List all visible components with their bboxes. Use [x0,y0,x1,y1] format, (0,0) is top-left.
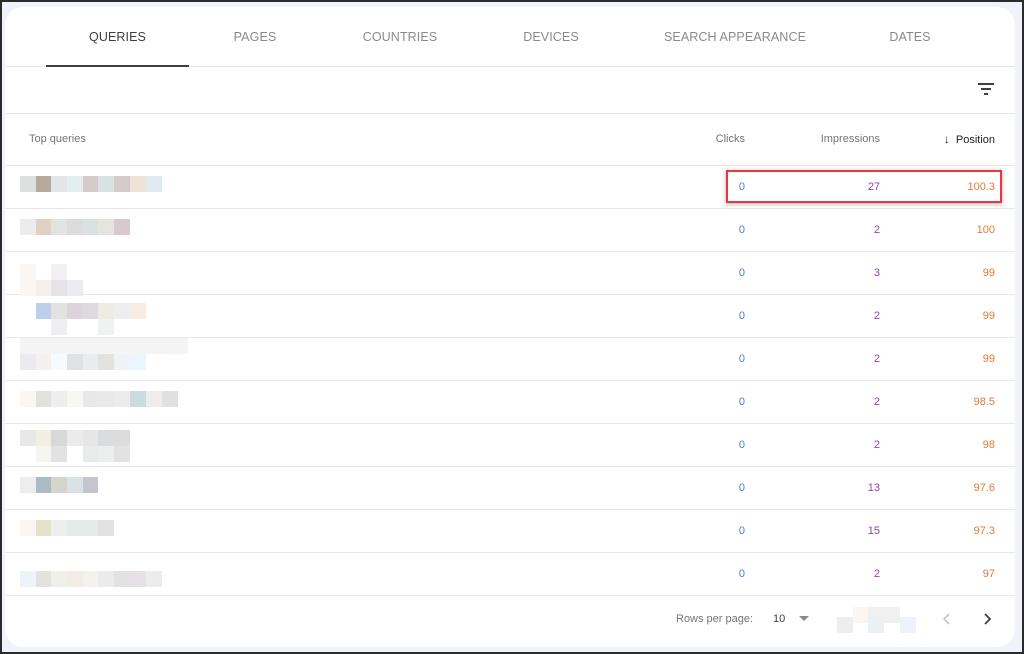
column-header-top-queries: Top queries [29,133,86,145]
impressions-value: 3 [873,267,880,279]
column-header-impressions[interactable]: Impressions [821,114,880,164]
position-value: 98.5 [973,396,995,408]
table-row[interactable]: 0 27 100.3 [5,166,1015,209]
table-row[interactable]: 0 2 98 [5,424,1015,467]
table-row[interactable]: 0 2 98.5 [5,381,1015,424]
impressions-value: 13 [867,482,880,494]
position-value: 98 [982,439,995,451]
query-cell-redacted [20,176,185,198]
clicks-value: 0 [738,396,745,408]
query-cell-redacted [20,338,190,370]
rows-per-page-select[interactable]: 10 [773,599,785,639]
table-row[interactable]: 0 2 99 [5,338,1015,381]
table-row[interactable]: 0 15 97.3 [5,510,1015,553]
position-value: 100.3 [967,181,995,193]
clicks-value: 0 [738,310,745,322]
query-cell-redacted [20,477,185,499]
table-pagination: Rows per page: 10 [5,599,1015,647]
query-cell-redacted [20,520,185,542]
performance-card: QUERIES PAGES COUNTRIES DEVICES SEARCH A… [5,7,1015,647]
tab-devices[interactable]: DEVICES [501,7,601,66]
position-value: 97.3 [973,525,995,537]
impressions-value: 2 [873,568,880,580]
impressions-value: 2 [873,310,880,322]
table-header: Top queries Clicks Impressions ↓ Position [5,114,1015,166]
table-body: 0 27 100.3 0 2 100 0 3 99 0 2 99 0 2 99 … [5,166,1015,596]
page-range-redacted [837,607,917,633]
tab-dates[interactable]: DATES [865,7,955,66]
impressions-value: 27 [867,181,880,193]
chevron-right-icon[interactable] [975,607,999,631]
impressions-value: 2 [873,224,880,236]
clicks-value: 0 [738,181,745,193]
arrow-down-icon: ↓ [943,132,950,146]
column-header-clicks[interactable]: Clicks [716,114,745,164]
impressions-value: 2 [873,353,880,365]
position-value: 99 [982,353,995,365]
chevron-left-icon[interactable] [935,607,959,631]
impressions-value: 2 [873,439,880,451]
clicks-value: 0 [738,568,745,580]
query-cell-redacted [20,391,185,413]
impressions-value: 15 [867,525,880,537]
query-cell-redacted [20,303,185,335]
clicks-value: 0 [738,525,745,537]
clicks-value: 0 [738,439,745,451]
tab-pages[interactable]: PAGES [205,7,305,66]
impressions-value: 2 [873,396,880,408]
query-cell-redacted [20,219,185,241]
rows-per-page-label: Rows per page: [676,613,754,625]
column-header-position[interactable]: ↓ Position [944,114,995,165]
position-value: 97.6 [973,482,995,494]
table-row[interactable]: 0 3 99 [5,252,1015,296]
caret-down-icon[interactable] [799,616,809,621]
position-value: 97 [982,568,995,580]
query-cell-redacted [20,262,185,296]
table-row[interactable]: 0 13 97.6 [5,467,1015,510]
table-row[interactable]: 0 2 97 [5,553,1015,596]
query-cell-redacted [20,563,185,587]
tab-queries[interactable]: QUERIES [46,7,189,67]
tab-search-appearance[interactable]: SEARCH APPEARANCE [655,7,815,66]
clicks-value: 0 [738,482,745,494]
position-value: 100 [976,224,995,236]
position-value: 99 [982,267,995,279]
tab-bar: QUERIES PAGES COUNTRIES DEVICES SEARCH A… [5,7,1015,67]
clicks-value: 0 [738,267,745,279]
table-row[interactable]: 0 2 100 [5,209,1015,252]
tab-countries[interactable]: COUNTRIES [345,7,455,66]
column-header-position-label: Position [955,134,995,146]
position-value: 99 [982,310,995,322]
clicks-value: 0 [738,224,745,236]
window-frame: QUERIES PAGES COUNTRIES DEVICES SEARCH A… [2,2,1022,652]
table-row[interactable]: 0 2 99 [5,295,1015,338]
table-toolbar [5,67,1015,114]
filter-icon[interactable] [977,80,995,96]
query-cell-redacted [20,430,185,462]
clicks-value: 0 [738,353,745,365]
